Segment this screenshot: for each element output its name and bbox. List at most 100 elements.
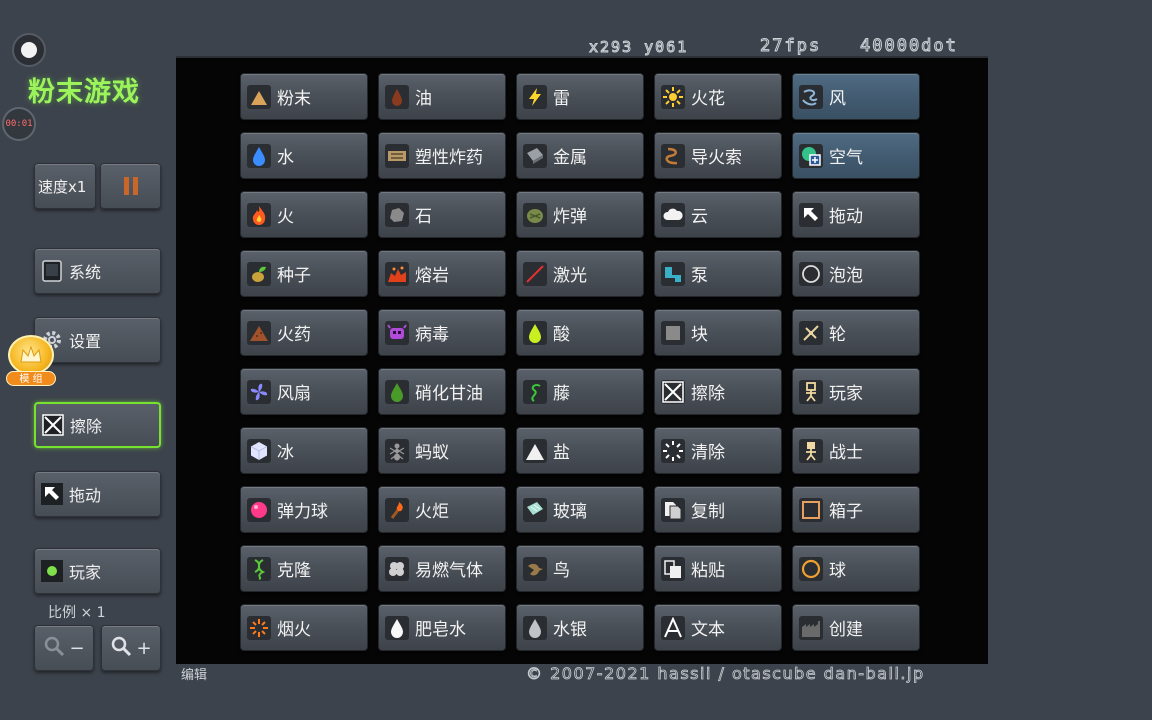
element-button-paste[interactable]: 粘贴 [654,545,782,592]
pump-icon [661,261,685,286]
element-button-wheel[interactable]: 轮 [792,309,920,356]
element-button-cloud[interactable]: 云 [654,191,782,238]
nitro-icon [385,379,409,404]
element-button-virus[interactable]: 病毒 [378,309,506,356]
element-label: 水 [277,148,294,168]
settings-label: 设置 [69,332,102,351]
record-button[interactable] [12,33,46,67]
element-button-create[interactable]: 创建 [792,604,920,651]
stone-icon [385,202,409,227]
element-button-block[interactable]: 块 [654,309,782,356]
zoom-in-button[interactable]: + [101,625,161,671]
zoom-in-label: + [136,637,152,659]
element-label: 金属 [553,148,587,168]
element-button-laser[interactable]: 激光 [516,250,644,297]
speed-button[interactable]: 速度x1 [34,163,96,209]
magnifier-icon [43,635,65,662]
system-button[interactable]: 系统 [34,248,161,294]
vine-icon [523,379,547,404]
element-label: 油 [415,89,432,109]
element-button-bomb[interactable]: 炸弹 [516,191,644,238]
element-button-spark[interactable]: 火花 [654,73,782,120]
record-icon [21,42,37,58]
drag-arrow-icon [799,202,823,227]
element-label: 箱子 [829,502,863,522]
element-button-wind[interactable]: 风 [792,73,920,120]
element-label: 创建 [829,620,863,640]
element-button-ball[interactable]: 弹力球 [240,486,368,533]
element-label: 泡泡 [829,266,863,286]
element-button-salt[interactable]: 盐 [516,427,644,474]
element-button-water[interactable]: 水 [240,132,368,179]
pause-icon [123,177,129,195]
element-label: 冰 [277,443,294,463]
pause-button[interactable] [100,163,161,209]
element-button-oil[interactable]: 油 [378,73,506,120]
mod-badge[interactable]: 模 组 [6,335,56,387]
laser-icon [523,261,547,286]
element-button-firework[interactable]: 烟火 [240,604,368,651]
app-title: 粉末游戏 [28,77,140,108]
element-button-pump[interactable]: 泵 [654,250,782,297]
element-button-lava[interactable]: 熔岩 [378,250,506,297]
element-label: 雷 [553,89,570,109]
gunpowder-icon [247,320,271,345]
speed-label: 速度x1 [38,177,87,196]
element-button-ant[interactable]: 蚂蚁 [378,427,506,474]
element-label: 病毒 [415,325,449,345]
wind-icon [799,84,823,109]
element-button-air[interactable]: 空气 [792,132,920,179]
element-label: 文本 [691,620,725,640]
element-button-copy[interactable]: 复制 [654,486,782,533]
fighter-icon [799,438,823,463]
element-label: 风 [829,89,846,109]
element-button-c4[interactable]: 塑性炸药 [378,132,506,179]
element-button-fighter[interactable]: 战士 [792,427,920,474]
element-button-player[interactable]: 玩家 [792,368,920,415]
element-button-bubble[interactable]: 泡泡 [792,250,920,297]
element-button-seed[interactable]: 种子 [240,250,368,297]
element-button-fan[interactable]: 风扇 [240,368,368,415]
element-button-vine[interactable]: 藤 [516,368,644,415]
element-button-powder[interactable]: 粉末 [240,73,368,120]
air-icon [799,143,823,168]
element-button-sphere[interactable]: 球 [792,545,920,592]
box-icon [799,497,823,522]
element-button-clear[interactable]: 清除 [654,427,782,474]
element-button-torch[interactable]: 火炬 [378,486,506,533]
element-label: 种子 [277,266,311,286]
c4-icon [385,143,409,168]
element-button-glass[interactable]: 玻璃 [516,486,644,533]
zoom-out-button[interactable]: − [34,625,94,671]
element-label: 玻璃 [553,502,587,522]
element-button-metal[interactable]: 金属 [516,132,644,179]
element-button-gas[interactable]: 易燃气体 [378,545,506,592]
erase-icon [661,379,685,404]
element-button-nitro[interactable]: 硝化甘油 [378,368,506,415]
mod-coin-icon [8,335,54,375]
element-button-ice[interactable]: 冰 [240,427,368,474]
element-button-fuse[interactable]: 导火索 [654,132,782,179]
scale-label: 比例 × 1 [48,605,106,621]
element-button-box[interactable]: 箱子 [792,486,920,533]
element-button-acid[interactable]: 酸 [516,309,644,356]
player-button[interactable]: 玩家 [34,548,161,594]
element-button-bird[interactable]: 鸟 [516,545,644,592]
erase-tool-button[interactable]: 擦除 [34,402,161,448]
element-button-stone[interactable]: 石 [378,191,506,238]
element-label: 克隆 [277,561,311,581]
element-button-soap[interactable]: 肥皂水 [378,604,506,651]
element-button-thunder[interactable]: 雷 [516,73,644,120]
element-button-mercury[interactable]: 水银 [516,604,644,651]
drag-tool-button[interactable]: 拖动 [34,471,161,517]
element-button-gunpowder[interactable]: 火药 [240,309,368,356]
system-label: 系统 [69,263,102,282]
element-button-clone[interactable]: 克隆 [240,545,368,592]
element-label: 石 [415,207,432,227]
element-button-text[interactable]: 文本 [654,604,782,651]
ball-icon [247,497,271,522]
element-button-erase[interactable]: 擦除 [654,368,782,415]
element-button-drag-arrow[interactable]: 拖动 [792,191,920,238]
element-button-fire[interactable]: 火 [240,191,368,238]
element-label: 蚂蚁 [415,443,449,463]
